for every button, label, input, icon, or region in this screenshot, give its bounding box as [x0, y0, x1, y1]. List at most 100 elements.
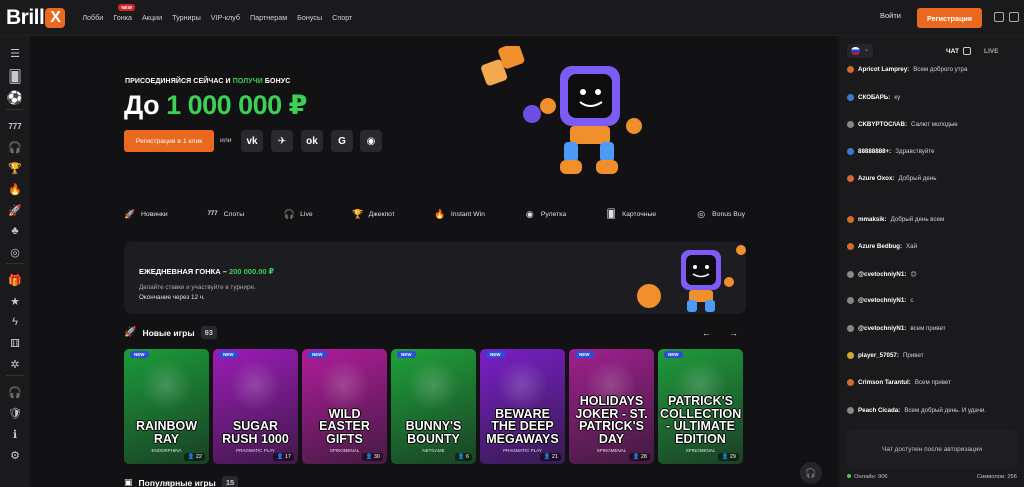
shield-icon[interactable]: 🛡 [7, 405, 23, 421]
nav-tournaments[interactable]: Турниры [167, 0, 206, 36]
trophy-icon[interactable]: 🏆 [7, 160, 23, 176]
info-icon[interactable]: ℹ [7, 426, 23, 442]
football-icon[interactable]: ⚽ [7, 90, 23, 106]
slots-icon[interactable]: 777 [7, 118, 23, 134]
user-avatar-icon [847, 175, 854, 182]
chat-username[interactable]: CKBYPTOC/\AB: [858, 121, 907, 128]
chat-text: ку [894, 94, 901, 101]
category-new[interactable]: 🚀 Новинки [124, 204, 167, 224]
chat-username[interactable]: Apricot Lamprey: [858, 66, 909, 73]
gift-icon[interactable]: 🎁 [7, 272, 23, 288]
chat-username[interactable]: СКОБАРЬ: [858, 94, 890, 101]
chat-username[interactable]: Crimson Tarantul: [858, 379, 911, 386]
resize-icon[interactable] [994, 12, 1004, 22]
chat-username[interactable]: Azure Bedbug: [858, 243, 902, 250]
bonus-buy-icon[interactable]: ◎ [7, 244, 23, 260]
chat-text: 😊 [910, 271, 917, 278]
nav-vip[interactable]: VIP-клуб [206, 0, 245, 36]
daily-race-banner[interactable]: ЕЖЕДНЕВНАЯ ГОНКА – 200 000.00 ₽ Делайте … [124, 242, 746, 314]
support-chat-icon[interactable]: 🎧 [800, 462, 822, 484]
game-art [316, 361, 372, 409]
game-card[interactable]: NEW RAINBOW RAY ENDORPHINA 👤 22 [124, 349, 209, 464]
poker-chip-icon[interactable]: ♣ [7, 223, 23, 239]
user-avatar-icon [847, 66, 854, 73]
user-avatar-icon [847, 297, 854, 304]
arrow-left-icon[interactable]: ← [702, 328, 711, 338]
headset-icon: 🎧 [283, 208, 295, 219]
players-count: 👤 17 [273, 453, 294, 461]
category-card-games[interactable]: 🂠 Карточные [606, 204, 657, 224]
category-roulette[interactable]: ◉ Рулетка [525, 204, 566, 224]
logo[interactable]: Brill X [6, 6, 66, 30]
nav-sport[interactable]: Спорт [327, 0, 357, 36]
user-avatar-icon [847, 121, 854, 128]
fire-icon[interactable]: 🔥 [7, 181, 23, 197]
star-icon[interactable]: ★ [7, 293, 23, 309]
google-login-icon[interactable]: G [331, 130, 353, 152]
game-card[interactable]: NEW SUGAR RUSH 1000 PRAGMATIC PLAY 👤 17 [213, 349, 298, 464]
user-avatar-icon [847, 271, 854, 278]
category-jackpot[interactable]: 🏆 Джекпот [352, 204, 395, 224]
cards-icon: 🂠 [606, 208, 616, 219]
headset-icon[interactable]: 🎧 [7, 139, 23, 155]
chat-username[interactable]: Azure Oxox: [858, 175, 894, 182]
players-count: 👤 28 [629, 453, 650, 461]
chat-username[interactable]: mmaksik: [858, 216, 887, 223]
chat-username[interactable]: @cvetochniyN1: [858, 325, 906, 332]
tab-live[interactable]: LIVE [984, 48, 998, 55]
category-instant-win[interactable]: 🔥 Instant Win [434, 204, 485, 224]
chat-toggle-icon[interactable] [1009, 12, 1019, 22]
register-one-click-button[interactable]: Регистрация в 1 клик [124, 130, 214, 152]
game-title: BUNNY'S BOUNTY [405, 419, 462, 446]
lightning-icon[interactable]: ϟ [7, 314, 23, 330]
telegram-login-icon[interactable]: ✈ [271, 130, 293, 152]
category-bar: 🚀 Новинки 777 Слоты 🎧 Live 🏆 Джекпот 🔥 Instan… [124, 204, 745, 224]
game-card[interactable]: NEW HOLIDAYS JOKER - ST. PATRICK'S DAY SPI… [569, 349, 654, 464]
nav-bonuses[interactable]: Бонусы [292, 0, 327, 36]
chat-text: Добрый день всем [890, 216, 945, 223]
category-live[interactable]: 🎧 Live [283, 204, 313, 224]
game-card[interactable]: NEW BEWARE THE DEEP MEGAWAYS PRAGMATIC PLA… [480, 349, 565, 464]
race-mascot-illustration [637, 245, 746, 312]
new-badge: NEW [397, 351, 416, 358]
language-selector[interactable]: ⌄ [847, 44, 873, 58]
steam-login-icon[interactable]: ◉ [360, 130, 382, 152]
register-button[interactable]: Регистрация [917, 8, 982, 28]
category-bonus-buy[interactable]: ◎ Bonus Buy [696, 204, 745, 224]
vk-login-icon[interactable]: vk [241, 130, 263, 152]
pinwheel-icon[interactable]: ✲ [7, 356, 23, 372]
chat-username[interactable]: @cvetochniyN1: [858, 297, 906, 304]
category-slots[interactable]: 777 Слоты [208, 204, 245, 224]
cards-icon[interactable]: 🂠 [7, 69, 23, 85]
main-nav: Лобби NEW Гонка Акции Турниры VIP-клуб Па… [77, 0, 357, 36]
user-avatar-icon [847, 216, 854, 223]
nav-lobby[interactable]: Лобби [77, 0, 108, 36]
chat-text: всем привет [910, 325, 946, 332]
support-icon[interactable]: 🎧 [7, 384, 23, 400]
tab-chat[interactable]: ЧАТ [946, 48, 959, 55]
nav-promos[interactable]: Акции [137, 0, 167, 36]
game-card[interactable]: NEW PATRICK'S COLLECTION - ULTIMATE EDITI… [658, 349, 743, 464]
chat-message: CKBYPTOC/\AB: Салют молодые [847, 121, 958, 128]
dice-icon[interactable]: ⚅ [7, 335, 23, 351]
arrow-right-icon[interactable]: → [729, 328, 738, 338]
menu-icon[interactable]: ☰ [7, 45, 23, 61]
rocket-icon[interactable]: 🚀 [7, 202, 23, 218]
odnoklassniki-login-icon[interactable]: ok [301, 130, 323, 152]
chat-username[interactable]: 88888888+: [858, 148, 891, 155]
settings-icon[interactable]: ⚙ [7, 447, 23, 463]
russia-flag-icon [851, 47, 860, 55]
new-badge: NEW [575, 351, 594, 358]
chat-username[interactable]: Peach Cicada: [858, 407, 900, 414]
online-dot-icon [847, 474, 851, 478]
chat-username[interactable]: @cvetochniyN1: [858, 271, 906, 278]
chat-message: Azure Bedbug: Хай [847, 243, 917, 250]
nav-race[interactable]: NEW Гонка [108, 0, 137, 36]
chat-text: Всем привет [914, 379, 951, 386]
chat-username[interactable]: player_57057: [858, 352, 899, 359]
login-button[interactable]: Войти [880, 11, 901, 20]
game-card[interactable]: NEW WILD EASTER GIFTS SPINOMENAL 👤 30 [302, 349, 387, 464]
chat-message: @cvetochniyN1: всем привет [847, 325, 946, 332]
game-card[interactable]: NEW BUNNY'S BOUNTY NETGAME 👤 6 [391, 349, 476, 464]
nav-partners[interactable]: Партнерам [245, 0, 292, 36]
